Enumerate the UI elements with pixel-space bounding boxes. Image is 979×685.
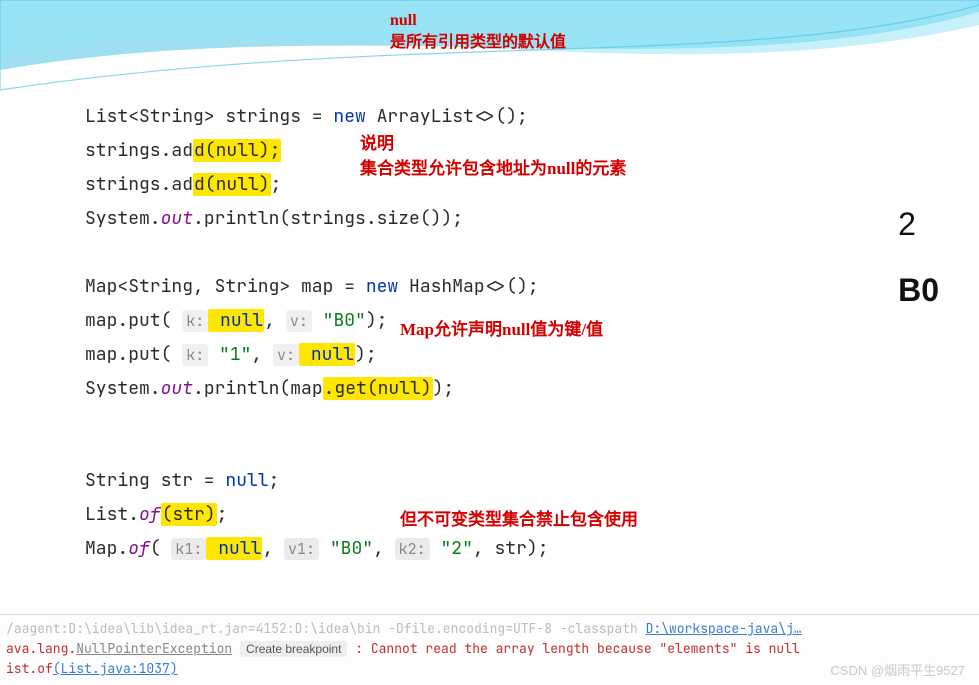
console-line-exception: ava.lang.NullPointerException Create bre… xyxy=(6,639,973,659)
code-line-11: Map.of( k1: null, v1: "B0", k2: "2", str… xyxy=(85,532,845,566)
code-line-4: System.out.println(strings.size()); xyxy=(85,202,845,236)
output-values: 2 B0 xyxy=(898,200,939,314)
code-line-7: map.put( k: "1", v: null); xyxy=(85,338,845,372)
code-line-8: System.out.println(map.get(null)); xyxy=(85,372,845,406)
note-immutable: 但不可变类型集合禁止包含使用 xyxy=(400,508,638,533)
code-line-5: Map<String, String> map = new HashMap<>(… xyxy=(85,270,845,304)
code-line-9: String str = null; xyxy=(85,464,845,498)
output-line-1: 2 xyxy=(898,200,939,248)
create-breakpoint-button[interactable]: Create breakpoint xyxy=(240,641,347,657)
note-collection: 说明 集合类型允许包含地址为null的元素 xyxy=(360,132,626,181)
trace-source-link[interactable]: (List.java:1037) xyxy=(53,660,178,677)
console-line-cmd: /aagent:D:\idea\lib\idea_rt.jar=4152:D:\… xyxy=(6,619,973,639)
output-line-2: B0 xyxy=(898,266,939,314)
note-map: Map允许声明null值为键/值 xyxy=(400,318,603,343)
classpath-link[interactable]: D:\workspace-java\j… xyxy=(646,620,802,637)
console-line-trace: ist.of(List.java:1037) xyxy=(6,659,973,679)
code-line-1: List<String> strings = new ArrayList<>()… xyxy=(85,100,845,134)
header-note-line2: 是所有引用类型的默认值 xyxy=(390,32,566,54)
watermark: CSDN @烟雨平生9527 xyxy=(830,660,965,679)
exception-link[interactable]: NullPointerException xyxy=(76,640,232,657)
header-note-line1: null xyxy=(390,10,566,32)
header-note: null 是所有引用类型的默认值 xyxy=(390,10,566,55)
